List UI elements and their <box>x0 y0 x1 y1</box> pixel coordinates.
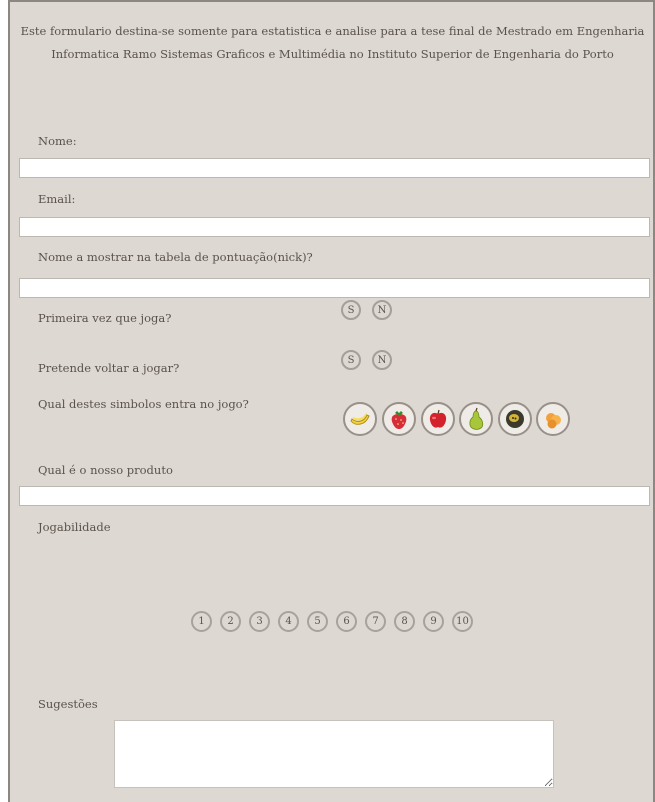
product-label: Qual é o nosso produto <box>38 463 173 477</box>
banana-icon[interactable] <box>343 402 377 436</box>
name-label: Nome: <box>38 134 77 148</box>
rating-8[interactable]: 8 <box>394 611 415 632</box>
rating-5[interactable]: 5 <box>307 611 328 632</box>
pear-icon[interactable] <box>459 402 493 436</box>
rating-3[interactable]: 3 <box>249 611 270 632</box>
rating-10[interactable]: 10 <box>452 611 473 632</box>
email-label: Email: <box>38 192 76 206</box>
product-input[interactable] <box>19 486 650 506</box>
nick-input[interactable] <box>19 278 650 298</box>
orange-icon[interactable] <box>536 402 570 436</box>
rating-9[interactable]: 9 <box>423 611 444 632</box>
suggestions-textarea[interactable] <box>114 720 554 788</box>
passionfruit-icon[interactable] <box>498 402 532 436</box>
strawberry-icon[interactable] <box>382 402 416 436</box>
play-again-sim-radio[interactable]: S <box>341 350 361 370</box>
intro-text: Este formulario destina-se somente para … <box>20 24 645 61</box>
first-time-nao-radio[interactable]: N <box>372 300 392 320</box>
rating-1[interactable]: 1 <box>191 611 212 632</box>
rating-7[interactable]: 7 <box>365 611 386 632</box>
rating-4[interactable]: 4 <box>278 611 299 632</box>
first-time-sim-radio[interactable]: S <box>341 300 361 320</box>
apple-icon[interactable] <box>421 402 455 436</box>
suggestions-label: Sugestões <box>38 697 98 711</box>
first-time-label: Primeira vez que joga? <box>38 311 172 325</box>
play-again-label: Pretende voltar a jogar? <box>38 361 180 375</box>
symbols-label: Qual destes simbolos entra no jogo? <box>38 397 249 411</box>
gameplay-label: Jogabilidade <box>38 520 111 534</box>
rating-2[interactable]: 2 <box>220 611 241 632</box>
email-input[interactable] <box>19 217 650 237</box>
rating-6[interactable]: 6 <box>336 611 357 632</box>
nick-label: Nome a mostrar na tabela de pontuação(ni… <box>38 250 313 264</box>
play-again-nao-radio[interactable]: N <box>372 350 392 370</box>
name-input[interactable] <box>19 158 650 178</box>
